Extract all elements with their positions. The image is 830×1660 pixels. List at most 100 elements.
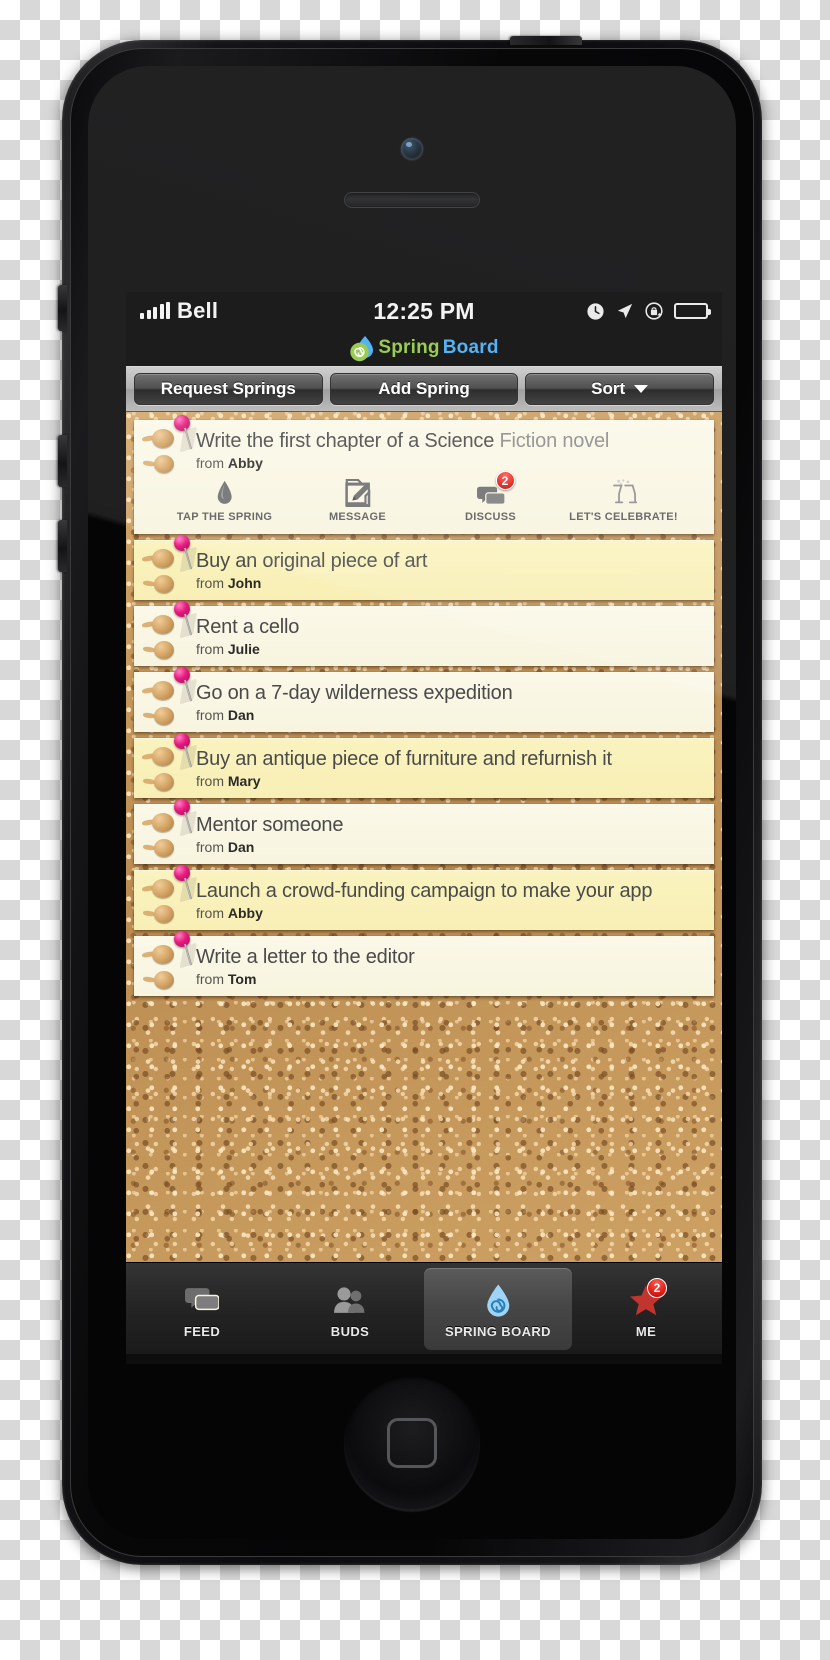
rotation-lock-icon	[644, 301, 664, 321]
note-action-label: MESSAGE	[328, 511, 387, 523]
sort-label: Sort	[591, 379, 626, 398]
note-author-prefix: from	[196, 773, 224, 789]
add-spring-label: Add Spring	[378, 379, 470, 398]
pushpin-icon	[174, 865, 193, 905]
cork-crumb-icon	[140, 809, 186, 865]
tab-feed[interactable]: FEED	[128, 1268, 276, 1350]
note-item[interactable]: Rent a cello from Julie	[134, 601, 714, 666]
cork-crumb-icon	[140, 941, 186, 997]
tab-spring-board[interactable]: SPRING BOARD	[424, 1268, 572, 1350]
note-title-main: Rent a cello	[196, 616, 300, 638]
note-author: from John	[196, 575, 700, 591]
note-action-label: LET'S CELEBRATE!	[569, 511, 678, 523]
note-action-message[interactable]: MESSAGE	[291, 477, 424, 523]
pushpin-icon	[174, 799, 193, 839]
status-bar-clock: 12:25 PM	[373, 297, 475, 324]
champagne-glasses-icon	[610, 479, 637, 507]
tab-icon-wrap	[485, 1280, 512, 1320]
tab-buds[interactable]: BUDS	[276, 1268, 424, 1350]
note-title: Write the first chapter of a Science Fic…	[196, 430, 700, 453]
note-author-prefix: from	[196, 455, 224, 471]
tab-label: SPRING BOARD	[445, 1323, 551, 1339]
note-item[interactable]: Buy an antique piece of furniture and re…	[134, 733, 714, 799]
silent-switch[interactable]	[58, 285, 67, 331]
note-author-prefix: from	[196, 905, 224, 921]
status-bar: Bell 12:25 PM	[126, 292, 722, 330]
note-author: from Tom	[196, 971, 700, 987]
tab-label: FEED	[183, 1323, 221, 1339]
volume-down-button[interactable]	[58, 520, 67, 572]
cork-crumb-icon	[140, 875, 186, 931]
note-author-prefix: from	[196, 839, 224, 855]
note-title: Mentor someone	[196, 814, 700, 837]
note-title-main: Write a letter to the editor	[196, 946, 415, 968]
sort-button[interactable]: Sort	[525, 373, 715, 405]
volume-up-button[interactable]	[58, 435, 67, 487]
note-item[interactable]: Launch a crowd-funding campaign to make …	[134, 865, 714, 931]
tab-me[interactable]: 2 ME	[572, 1268, 720, 1350]
note-item[interactable]: Write a letter to the editor from Tom	[134, 931, 714, 997]
note-action-discuss[interactable]: 2 DISCUSS	[424, 471, 557, 523]
note-action-let-s-celebrate[interactable]: LET'S CELEBRATE!	[557, 477, 690, 523]
cork-crumb-icon	[140, 677, 186, 733]
note-title: Write a letter to the editor	[196, 946, 700, 969]
status-bar-left: Bell	[140, 298, 373, 324]
carrier-label: Bell	[177, 298, 219, 323]
tab-label: BUDS	[330, 1323, 370, 1339]
spring-droplet-icon	[485, 1283, 512, 1317]
note-author-name: John	[227, 575, 262, 591]
note-action-row: TAP THE SPRING MESSAGE 2 DISCUSS LET'S CELEB…	[148, 471, 700, 525]
note-author: from Mary	[196, 773, 700, 789]
droplet-icon	[216, 479, 233, 507]
note-author: from Abby	[196, 905, 700, 921]
note-action-icon-wrap: 2	[476, 471, 515, 507]
home-square-icon	[387, 1418, 437, 1468]
note-author-name: Abby	[227, 455, 263, 471]
tab-icon-wrap	[333, 1280, 367, 1320]
people-icon	[333, 1286, 367, 1314]
note-title: Go on a 7-day wilderness expedition	[196, 682, 700, 705]
cork-crumb-icon	[140, 743, 186, 799]
note-action-icon-wrap	[216, 477, 233, 507]
note-author-prefix: from	[196, 971, 224, 987]
note-title-main: Buy an antique piece of furniture and re…	[196, 748, 612, 770]
phone-face: Bell 12:25 PM Spring Board Request Sprin…	[88, 66, 736, 1539]
spring-droplet-logo-icon	[349, 335, 374, 362]
note-action-tap-the-spring[interactable]: TAP THE SPRING	[158, 477, 291, 523]
note-title-main: Go on a 7-day wilderness expedition	[196, 682, 513, 704]
note-author-name: Abby	[227, 905, 263, 921]
note-item[interactable]: Write the first chapter of a Science Fic…	[134, 415, 714, 534]
earpiece-speaker	[344, 192, 480, 208]
toolbar: Request Springs Add Spring Sort	[126, 366, 722, 412]
note-author: from Julie	[196, 641, 700, 657]
chevron-down-icon	[634, 385, 649, 393]
note-item[interactable]: Mentor someone from Dan	[134, 799, 714, 865]
note-author-name: Julie	[227, 641, 260, 657]
pushpin-icon	[174, 601, 193, 641]
front-camera-icon	[401, 138, 423, 160]
request-springs-button[interactable]: Request Springs	[134, 373, 323, 405]
note-item[interactable]: Go on a 7-day wilderness expedition from …	[134, 667, 714, 733]
note-item[interactable]: Buy an original piece of art from John	[134, 535, 714, 601]
me-tab-badge: 2	[647, 1277, 667, 1298]
add-spring-button[interactable]: Add Spring	[329, 373, 519, 405]
power-button[interactable]	[510, 36, 582, 45]
corkboard-note-list[interactable]: Write the first chapter of a Science Fic…	[126, 412, 722, 1262]
cork-crumb-icon	[140, 545, 186, 601]
note-title: Rent a cello	[196, 616, 700, 639]
tab-bar: FEED BUDS SPRING BOARD 2 ME	[126, 1262, 722, 1354]
location-arrow-icon	[615, 302, 634, 321]
note-author-name: Tom	[227, 971, 257, 987]
speech-bubbles-icon	[185, 1286, 219, 1313]
note-action-label: DISCUSS	[465, 511, 516, 523]
pushpin-icon	[174, 535, 193, 575]
note-action-icon-wrap	[610, 477, 637, 507]
note-author-name: Dan	[227, 707, 255, 723]
note-author: from Dan	[196, 707, 700, 723]
note-author-name: Mary	[227, 773, 261, 789]
note-title-main: Buy an original piece of art	[196, 550, 428, 572]
note-author-name: Dan	[227, 839, 255, 855]
note-title: Buy an antique piece of furniture and re…	[196, 748, 700, 771]
home-button[interactable]	[344, 1375, 480, 1511]
tab-label: ME	[635, 1323, 657, 1339]
